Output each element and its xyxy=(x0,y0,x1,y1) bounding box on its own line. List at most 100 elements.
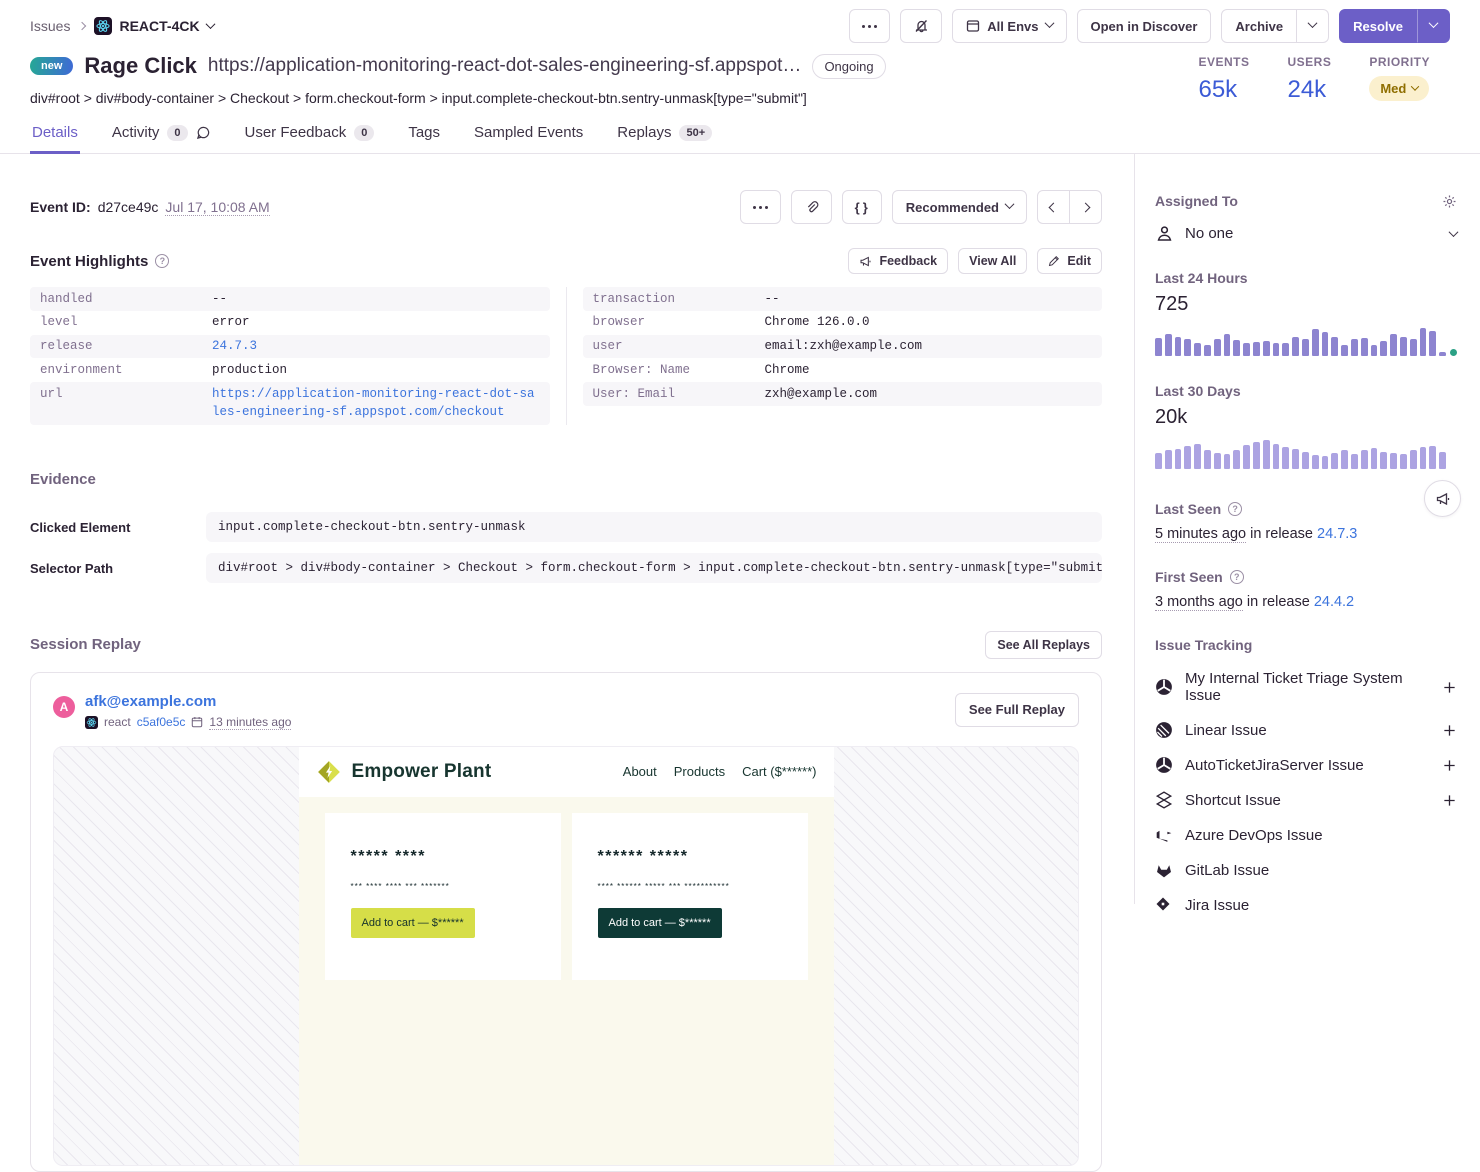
more-actions-button[interactable] xyxy=(849,9,890,43)
replay-time-ago[interactable]: 13 minutes ago xyxy=(209,715,291,730)
column-divider xyxy=(566,287,567,425)
person-icon xyxy=(1155,224,1174,243)
mute-alerts-button[interactable] xyxy=(900,9,942,43)
first-seen-release-link[interactable]: 24.4.2 xyxy=(1314,594,1354,610)
last-seen-release-link[interactable]: 24.7.3 xyxy=(1317,526,1357,542)
stat-users: USERS 24k xyxy=(1287,55,1331,106)
archive-button[interactable]: Archive xyxy=(1221,9,1297,43)
clicked-element-value: input.complete-checkout-btn.sentry-unmas… xyxy=(206,512,1102,542)
issue-tracking-item[interactable]: My Internal Ticket Triage System Issue xyxy=(1155,670,1457,704)
next-event-button[interactable] xyxy=(1070,190,1102,224)
help-icon[interactable] xyxy=(1230,570,1244,584)
empower-plant-logo-icon xyxy=(316,759,342,785)
replayed-site-brand: Empower Plant xyxy=(352,761,492,783)
paperclip-icon xyxy=(804,200,819,215)
issue-tracking-item[interactable]: Shortcut Issue xyxy=(1155,791,1457,809)
plus-icon[interactable] xyxy=(1442,758,1457,773)
issue-tracking-item[interactable]: AutoTicketJiraServer Issue xyxy=(1155,756,1457,774)
tab-details[interactable]: Details xyxy=(30,118,80,154)
comment-bubble-icon xyxy=(196,125,211,140)
issue-tracking-item[interactable]: Jira Issue xyxy=(1155,896,1457,914)
last-24-hours-histogram xyxy=(1155,326,1457,356)
tab-sampled-events[interactable]: Sampled Events xyxy=(472,118,585,154)
replayed-product-card: ***** **** *** **** **** *** ******* Add… xyxy=(325,813,561,980)
last-seen-time[interactable]: 5 minutes ago xyxy=(1155,526,1246,543)
histogram-bar xyxy=(1253,442,1260,469)
feedback-button[interactable]: Feedback xyxy=(848,248,948,274)
help-icon[interactable] xyxy=(1228,502,1242,516)
see-full-replay-button[interactable]: See Full Replay xyxy=(955,693,1079,727)
event-nav-group xyxy=(1037,190,1102,224)
plus-icon[interactable] xyxy=(1442,723,1457,738)
floating-feedback-button[interactable] xyxy=(1424,480,1461,517)
issue-tracking-item[interactable]: Azure DevOps Issue xyxy=(1155,826,1457,844)
see-all-replays-button[interactable]: See All Replays xyxy=(985,631,1102,659)
archive-dropdown-button[interactable] xyxy=(1297,9,1329,43)
priority-dropdown[interactable]: Med xyxy=(1369,76,1429,101)
tab-user-feedback[interactable]: User Feedback 0 xyxy=(243,118,377,154)
histogram-bar xyxy=(1371,345,1378,356)
issue-stats: EVENTS 65k USERS 24k PRIORITY Med xyxy=(1198,53,1450,106)
tab-replays[interactable]: Replays 50+ xyxy=(615,118,714,154)
resolve-button-group: Resolve xyxy=(1339,9,1450,43)
edit-highlights-button[interactable]: Edit xyxy=(1037,248,1102,274)
histogram-bar xyxy=(1341,345,1348,356)
activity-count-badge: 0 xyxy=(167,125,187,141)
tab-activity[interactable]: Activity 0 xyxy=(110,118,213,154)
react-project-icon xyxy=(85,716,98,729)
histogram-bar xyxy=(1429,446,1436,469)
replay-preview-screen[interactable]: Empower Plant About Products Cart ($****… xyxy=(53,746,1079,1166)
replay-user-email-link[interactable]: afk@example.com xyxy=(85,693,216,710)
plus-icon[interactable] xyxy=(1442,680,1457,695)
new-badge: new xyxy=(30,57,73,75)
replayed-nav-cart: Cart ($******) xyxy=(742,764,816,779)
breadcrumb: Issues REACT-4CK xyxy=(30,17,214,35)
environment-selector-button[interactable]: All Envs xyxy=(952,9,1066,43)
resolve-dropdown-button[interactable] xyxy=(1417,9,1450,43)
gear-icon[interactable] xyxy=(1442,194,1457,209)
stat-events-value[interactable]: 65k xyxy=(1198,76,1249,104)
event-more-button[interactable] xyxy=(740,190,781,224)
issue-tracking-item[interactable]: GitLab Issue xyxy=(1155,861,1457,879)
stat-users-value[interactable]: 24k xyxy=(1287,76,1331,104)
event-json-button[interactable]: { } xyxy=(842,190,882,224)
event-sort-dropdown[interactable]: Recommended xyxy=(892,190,1027,224)
latest-event-dot xyxy=(1450,349,1457,356)
replay-user-info: afk@example.com react c5af0e5c 13 minute… xyxy=(85,693,955,730)
chevron-down-icon xyxy=(1005,199,1015,209)
event-sort-label: Recommended xyxy=(906,200,999,215)
first-seen-time[interactable]: 3 months ago xyxy=(1155,594,1243,611)
highlight-row: transaction-- xyxy=(583,287,1103,311)
histogram-bar xyxy=(1273,343,1280,357)
replay-project-name: react xyxy=(104,715,131,729)
session-replay-title: Session Replay xyxy=(30,636,141,653)
view-all-button[interactable]: View All xyxy=(958,248,1027,274)
chevron-down-icon xyxy=(1044,18,1054,28)
histogram-bar xyxy=(1302,452,1309,469)
url-link[interactable]: https://application-monitoring-react-dot… xyxy=(212,385,540,423)
highlight-row: Browser: NameChrome xyxy=(583,358,1103,382)
replayed-nav-products: Products xyxy=(674,764,725,779)
issue-tracking-item[interactable]: Linear Issue xyxy=(1155,721,1457,739)
highlight-row: useremail:zxh@example.com xyxy=(583,335,1103,359)
release-link[interactable]: 24.7.3 xyxy=(212,337,257,356)
help-icon[interactable] xyxy=(155,254,169,268)
breadcrumb-issues-link[interactable]: Issues xyxy=(30,18,70,34)
replay-id-link[interactable]: c5af0e5c xyxy=(137,715,186,729)
tab-tags[interactable]: Tags xyxy=(406,118,442,154)
issue-title-line: new Rage Click https://application-monit… xyxy=(30,53,886,79)
histogram-bar xyxy=(1400,454,1407,469)
event-timestamp[interactable]: Jul 17, 10:08 AM xyxy=(165,199,269,216)
assignee-dropdown[interactable]: No one xyxy=(1155,224,1457,243)
event-highlights-buttons: Feedback View All Edit xyxy=(848,248,1102,274)
resolve-button[interactable]: Resolve xyxy=(1339,9,1417,43)
megaphone-icon xyxy=(859,255,872,268)
replayed-product-title: ****** ***** xyxy=(598,848,782,866)
shortcut-icon xyxy=(1155,791,1173,809)
open-in-discover-button[interactable]: Open in Discover xyxy=(1077,9,1212,43)
event-attachments-button[interactable] xyxy=(791,190,832,224)
previous-event-button[interactable] xyxy=(1037,190,1070,224)
histogram-bar xyxy=(1224,454,1231,469)
plus-icon[interactable] xyxy=(1442,793,1457,808)
issue-short-id-selector[interactable]: REACT-4CK xyxy=(94,17,213,35)
